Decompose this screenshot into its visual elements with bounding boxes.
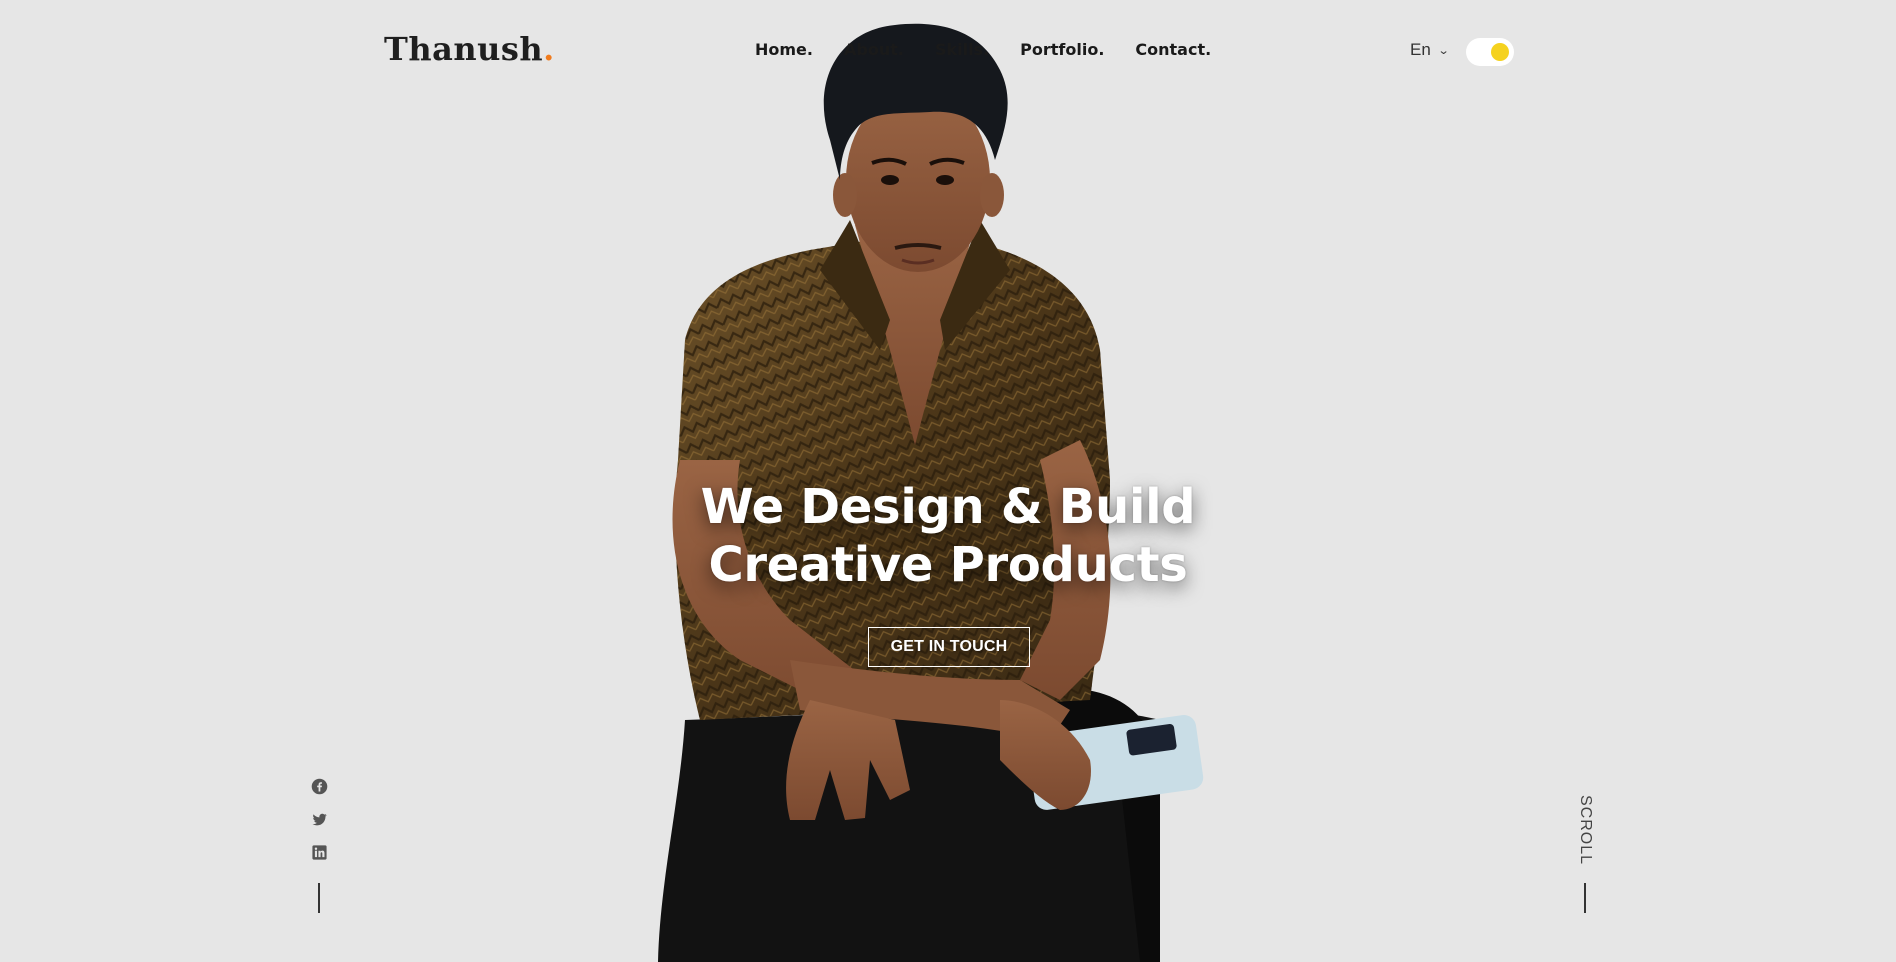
social-links: [310, 778, 328, 861]
facebook-icon[interactable]: [311, 778, 328, 795]
nav-contact[interactable]: Contact.: [1135, 40, 1211, 59]
logo-text: Thanush: [384, 30, 544, 68]
language-select[interactable]: En ⌄: [1410, 40, 1450, 60]
get-in-touch-button[interactable]: GET IN TOUCH: [868, 627, 1030, 667]
hero-title: We Design & Build Creative Products: [0, 478, 1896, 594]
theme-toggle-knob: [1491, 43, 1509, 61]
theme-toggle[interactable]: [1466, 38, 1514, 66]
social-rail-line: [318, 883, 320, 913]
scroll-rail-line: [1584, 883, 1586, 913]
main-nav: Home. About. Skills. Portfolio. Contact.: [755, 40, 1211, 59]
site-logo[interactable]: Thanush.: [384, 30, 555, 68]
nav-home[interactable]: Home.: [755, 40, 813, 59]
nav-portfolio[interactable]: Portfolio.: [1020, 40, 1104, 59]
linkedin-icon[interactable]: [311, 844, 328, 861]
hero-title-line2: Creative Products: [708, 537, 1188, 593]
language-selected: En: [1410, 40, 1431, 59]
chevron-down-icon: ⌄: [1437, 44, 1450, 57]
nav-about[interactable]: About.: [844, 40, 904, 59]
logo-accent-dot: .: [543, 30, 555, 68]
hero-title-line1: We Design & Build: [700, 479, 1196, 535]
site-header: Thanush. Home. About. Skills. Portfolio.…: [0, 0, 1896, 104]
scroll-indicator[interactable]: SCROLL: [1570, 794, 1600, 866]
nav-skills[interactable]: Skills.: [935, 40, 989, 59]
twitter-icon[interactable]: [311, 811, 328, 828]
landing-page: Thanush. Home. About. Skills. Portfolio.…: [0, 0, 1896, 962]
scroll-label: SCROLL: [1577, 794, 1594, 866]
